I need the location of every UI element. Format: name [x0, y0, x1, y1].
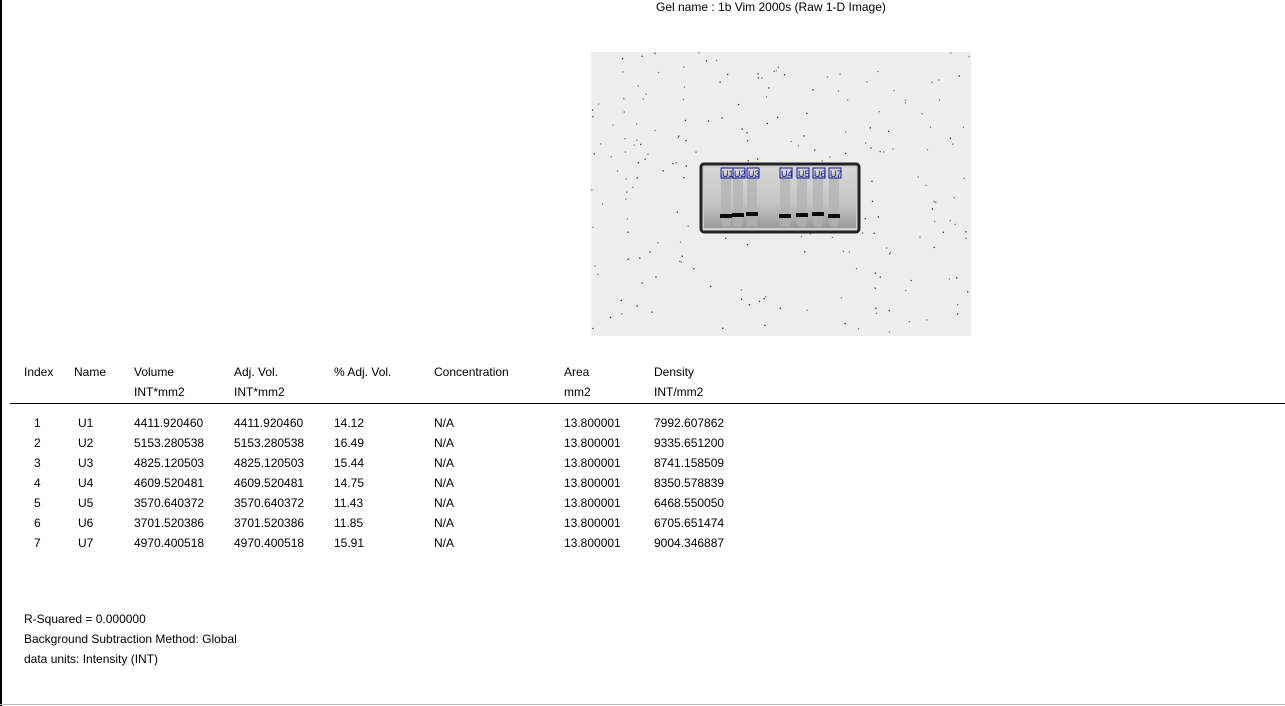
table-cell-index: 4 — [34, 476, 41, 490]
gel-lane-streak — [829, 174, 839, 226]
table-cell-concentration: N/A — [434, 416, 455, 430]
data-units-text: data units: Intensity (INT) — [24, 652, 159, 666]
table-cell-name: U1 — [78, 416, 94, 430]
background-method-text: Background Subtraction Method: Global — [24, 632, 237, 646]
table-cell-area: 13.800001 — [564, 436, 621, 450]
table-cell-index: 1 — [34, 416, 41, 430]
table-cell-concentration: N/A — [434, 516, 455, 530]
table-cell-index: 7 — [34, 536, 41, 550]
column-header-concentration: Concentration — [434, 365, 509, 379]
table-cell-density: 9335.651200 — [654, 436, 725, 450]
table-cell-density: 6705.651474 — [654, 516, 725, 530]
column-header-density: Density — [654, 365, 695, 379]
gel-lane-label: U1 — [722, 169, 734, 179]
gel-lane-label: U2 — [734, 169, 746, 179]
table-cell-index: 5 — [34, 496, 41, 510]
table-cell-adj-vol: 4970.400518 — [234, 536, 305, 550]
gel-lane-streak — [721, 174, 731, 226]
table-cell-concentration: N/A — [434, 496, 455, 510]
table-cell-name: U4 — [78, 476, 94, 490]
table-header-rule — [10, 403, 1285, 404]
table-cell-volume: 4825.120503 — [134, 456, 205, 470]
table-cell-name: U7 — [78, 536, 94, 550]
gel-band — [779, 214, 791, 218]
table-cell-name: U5 — [78, 496, 94, 510]
column-unit-area: mm2 — [564, 385, 591, 399]
table-cell-area: 13.800001 — [564, 496, 621, 510]
gel-lane-streak — [813, 174, 823, 226]
table-cell-concentration: N/A — [434, 456, 455, 470]
gel-lane-streak — [747, 174, 757, 226]
column-header-pct-adj-vol: % Adj. Vol. — [334, 365, 392, 379]
table-cell-adj-vol: 3701.520386 — [234, 516, 305, 530]
table-cell-index: 2 — [34, 436, 41, 450]
table-cell-volume: 4411.920460 — [134, 416, 204, 430]
table-cell-pct-adj-vol: 16.49 — [334, 436, 365, 450]
table-cell-index: 6 — [34, 516, 41, 530]
gel-lane-label: U4 — [781, 169, 793, 179]
table-cell-area: 13.800001 — [564, 536, 621, 550]
table-cell-volume: 4609.520481 — [134, 476, 205, 490]
gel-lane-label: U7 — [830, 169, 842, 179]
table-cell-volume: 3701.520386 — [134, 516, 205, 530]
gel-band — [720, 214, 732, 218]
table-cell-volume: 3570.640372 — [134, 496, 205, 510]
r-squared-text: R-Squared = 0.000000 — [24, 612, 146, 626]
gel-image: U1 U2 U3 U4 U5 U6 U7 — [591, 52, 971, 336]
table-cell-adj-vol: 3570.640372 — [234, 496, 305, 510]
gel-band — [796, 213, 808, 217]
gel-lane-streak — [780, 174, 790, 226]
column-unit-density: INT/mm2 — [654, 385, 704, 399]
table-cell-name: U2 — [78, 436, 94, 450]
table-cell-pct-adj-vol: 14.12 — [334, 416, 365, 430]
table-cell-pct-adj-vol: 15.91 — [334, 536, 365, 550]
column-header-index: Index — [24, 365, 54, 379]
table-cell-density: 7992.607862 — [654, 416, 725, 430]
column-unit-adj-vol: INT*mm2 — [234, 385, 285, 399]
table-cell-volume: 4970.400518 — [134, 536, 205, 550]
column-header-volume: Volume — [134, 365, 175, 379]
gel-lane-label: U6 — [814, 169, 826, 179]
table-cell-area: 13.800001 — [564, 476, 621, 490]
gel-band — [746, 212, 758, 216]
table-cell-concentration: N/A — [434, 436, 455, 450]
table-cell-pct-adj-vol: 15.44 — [334, 456, 365, 470]
table-cell-pct-adj-vol: 14.75 — [334, 476, 365, 490]
table-cell-concentration: N/A — [434, 476, 455, 490]
table-cell-adj-vol: 4609.520481 — [234, 476, 305, 490]
page-left-border — [0, 0, 2, 706]
table-cell-area: 13.800001 — [564, 416, 621, 430]
gel-band — [828, 214, 840, 218]
table-cell-density: 6468.550050 — [654, 496, 725, 510]
table-cell-density: 8350.578839 — [654, 476, 725, 490]
table-cell-name: U3 — [78, 456, 94, 470]
table-cell-volume: 5153.280538 — [134, 436, 205, 450]
table-cell-adj-vol: 4411.920460 — [234, 416, 304, 430]
table-cell-index: 3 — [34, 456, 41, 470]
table-cell-name: U6 — [78, 516, 94, 530]
column-header-area: Area — [564, 365, 590, 379]
gel-lane-label: U3 — [748, 169, 760, 179]
column-header-name: Name — [74, 365, 107, 379]
column-header-adj-vol: Adj. Vol. — [234, 365, 279, 379]
gel-lane-label: U5 — [798, 169, 810, 179]
gel-band — [732, 213, 744, 217]
table-cell-concentration: N/A — [434, 536, 455, 550]
table-cell-adj-vol: 4825.120503 — [234, 456, 305, 470]
gel-name-title: Gel name : 1b Vim 2000s (Raw 1-D Image) — [656, 0, 886, 14]
table-cell-density: 8741.158509 — [654, 456, 725, 470]
table-cell-adj-vol: 5153.280538 — [234, 436, 305, 450]
gel-lane-streak — [733, 174, 743, 226]
gel-band — [812, 212, 824, 216]
table-cell-area: 13.800001 — [564, 516, 621, 530]
table-cell-area: 13.800001 — [564, 456, 621, 470]
page-bottom-border — [0, 704, 1285, 705]
table-cell-pct-adj-vol: 11.43 — [334, 496, 364, 510]
table-cell-pct-adj-vol: 11.85 — [334, 516, 364, 530]
gel-lane-streak — [797, 174, 807, 226]
column-unit-volume: INT*mm2 — [134, 385, 185, 399]
table-cell-density: 9004.346887 — [654, 536, 725, 550]
